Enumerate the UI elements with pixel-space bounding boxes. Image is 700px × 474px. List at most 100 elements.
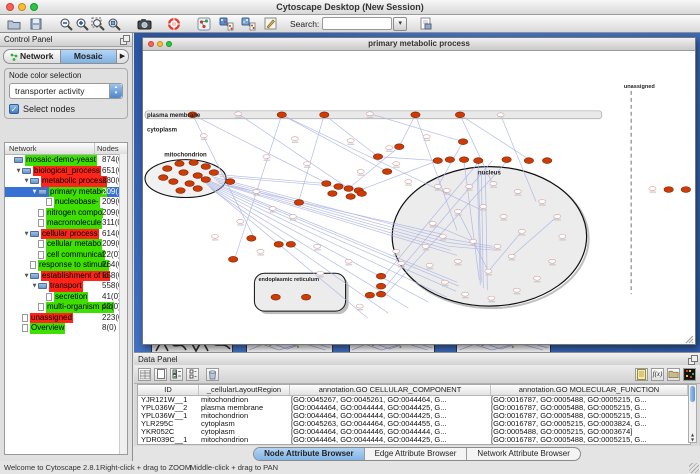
network-node[interactable] (193, 186, 202, 192)
network-node[interactable] (201, 177, 210, 183)
network-edge[interactable] (282, 115, 483, 211)
tree-row[interactable]: ▼metabolic process280(0) (5, 176, 127, 187)
import-network-icon[interactable] (218, 16, 234, 31)
tree-row[interactable]: ▼primary metabo209(... (5, 187, 127, 198)
tree-row-label[interactable]: biological_process (33, 166, 101, 177)
network-node-small[interactable] (513, 288, 520, 292)
network-node-small[interactable] (500, 214, 507, 218)
table-row[interactable]: YDR039C__1mitochondrion[GO:0044464, GO:0… (138, 436, 690, 444)
table-column-header[interactable]: ID (138, 385, 199, 395)
select-nodes-checkbox[interactable]: ✓ (9, 104, 19, 114)
create-attribute-icon[interactable] (154, 368, 167, 381)
tree-row[interactable]: cell communicat22(0) (5, 250, 127, 261)
annotation-icon[interactable] (262, 16, 278, 31)
tree-row[interactable]: macromolecule311(0) (5, 218, 127, 229)
network-node[interactable] (382, 169, 391, 175)
network-node-small[interactable] (257, 249, 264, 253)
network-node[interactable] (376, 283, 385, 289)
network-node-small[interactable] (289, 214, 296, 218)
network-node[interactable] (301, 294, 310, 300)
network-node-small[interactable] (426, 263, 433, 267)
attribute-checklist-icon[interactable] (170, 368, 183, 381)
network-node-small[interactable] (393, 162, 400, 166)
table-column-header[interactable]: annotation.GO MOLECULAR_FUNCTION (491, 385, 688, 395)
network-node[interactable] (395, 144, 404, 150)
network-node[interactable] (373, 154, 382, 160)
help-icon[interactable] (166, 16, 182, 31)
network-node[interactable] (459, 157, 468, 163)
network-node-small[interactable] (488, 296, 495, 300)
network-node[interactable] (175, 161, 184, 167)
network-node[interactable] (225, 179, 234, 185)
zoom-in-icon[interactable] (74, 16, 90, 31)
network-node-small[interactable] (235, 112, 242, 116)
network-node-small[interactable] (454, 259, 461, 263)
node-color-dropdown[interactable]: transporter activity ▴▾ (9, 83, 123, 99)
tree-row[interactable]: ▼transport558(0) (5, 281, 127, 292)
tree-row[interactable]: nitrogen compo209(0) (5, 208, 127, 219)
network-node-small[interactable] (304, 162, 311, 166)
table-row[interactable]: YJR121W__1mitochondrion[GO:0045267, GO:0… (138, 396, 690, 404)
tree-expand-arrow-icon[interactable]: ▼ (23, 229, 30, 240)
tree-row-label[interactable]: cellular metabo (46, 239, 102, 250)
tree-row[interactable]: unassigned223(0) (5, 313, 127, 324)
network-node-small[interactable] (269, 206, 276, 210)
tab-network-attribute-browser[interactable]: Network Attribute Browser (467, 448, 579, 460)
network-node[interactable] (433, 158, 442, 164)
zoom-out-icon[interactable] (58, 16, 74, 31)
network-node-small[interactable] (263, 155, 270, 159)
network-node-small[interactable] (357, 170, 364, 174)
function-builder-icon[interactable]: f(x) (651, 368, 664, 381)
network-node[interactable] (286, 241, 295, 247)
network-node[interactable] (681, 187, 690, 193)
table-row[interactable]: YPL036W__1mitochondrion[GO:0044464, GO:0… (138, 412, 690, 420)
tab-mosaic[interactable]: Mosaic (61, 49, 118, 64)
network-node[interactable] (445, 157, 454, 163)
snapshot-icon[interactable] (136, 16, 152, 31)
network-node-small[interactable] (490, 182, 497, 186)
tree-row[interactable]: Overview8(0) (5, 323, 127, 334)
network-node-small[interactable] (200, 134, 207, 138)
network-node-small[interactable] (454, 209, 461, 213)
tab-node-attribute-browser[interactable]: Node Attribute Browser (254, 448, 365, 460)
tree-row-label[interactable]: response to stimulu (38, 260, 109, 271)
network-node[interactable] (163, 166, 172, 172)
network-node[interactable] (344, 186, 353, 192)
network-node-small[interactable] (291, 137, 298, 141)
network-node-small[interactable] (649, 187, 656, 191)
network-node-small[interactable] (539, 199, 546, 203)
tree-row-label[interactable]: cell communicat (46, 250, 105, 261)
scrollbar-arrows-icon[interactable]: ▲▼ (689, 432, 696, 442)
tree-row-label[interactable]: macromolecule (46, 218, 102, 229)
import-table-icon[interactable] (667, 368, 680, 381)
network-node-small[interactable] (423, 135, 430, 139)
tree-row[interactable]: ▼establishment of lo558(0) (5, 271, 127, 282)
network-window-titlebar[interactable]: primary metabolic process (143, 38, 695, 51)
network-node-small[interactable] (317, 271, 324, 275)
network-node[interactable] (458, 139, 467, 145)
network-node[interactable] (376, 291, 385, 297)
matrix-icon[interactable] (683, 368, 696, 381)
network-node-small[interactable] (429, 221, 436, 225)
network-node-small[interactable] (253, 190, 260, 194)
network-node-small[interactable] (356, 304, 363, 308)
network-node-small[interactable] (347, 139, 354, 143)
tree-expand-arrow-icon[interactable]: ▼ (15, 166, 22, 177)
tree-row-label[interactable]: primary metabo (49, 187, 107, 198)
network-node-small[interactable] (434, 185, 441, 189)
tree-row-label[interactable]: cellular process (41, 229, 99, 240)
network-edge[interactable] (399, 115, 415, 147)
network-node[interactable] (277, 112, 286, 118)
tree-expand-arrow-icon[interactable]: ▼ (31, 187, 38, 198)
tree-row-label[interactable]: nitrogen compo (46, 208, 103, 219)
attribute-list-icon[interactable] (186, 368, 199, 381)
network-node[interactable] (169, 179, 178, 185)
network-node[interactable] (185, 181, 194, 187)
network-node-small[interactable] (462, 292, 469, 296)
table-row[interactable]: YLR295Ccytoplasm[GO:0045263, GO:0044464,… (138, 420, 690, 428)
network-node[interactable] (322, 181, 331, 187)
tree-row-label[interactable]: secretion (54, 292, 88, 303)
tree-expand-arrow-icon[interactable]: ▼ (31, 281, 38, 292)
network-node-small[interactable] (466, 185, 473, 189)
network-canvas[interactable]: plasma membranecytoplasmmitochondrionnuc… (143, 51, 695, 344)
